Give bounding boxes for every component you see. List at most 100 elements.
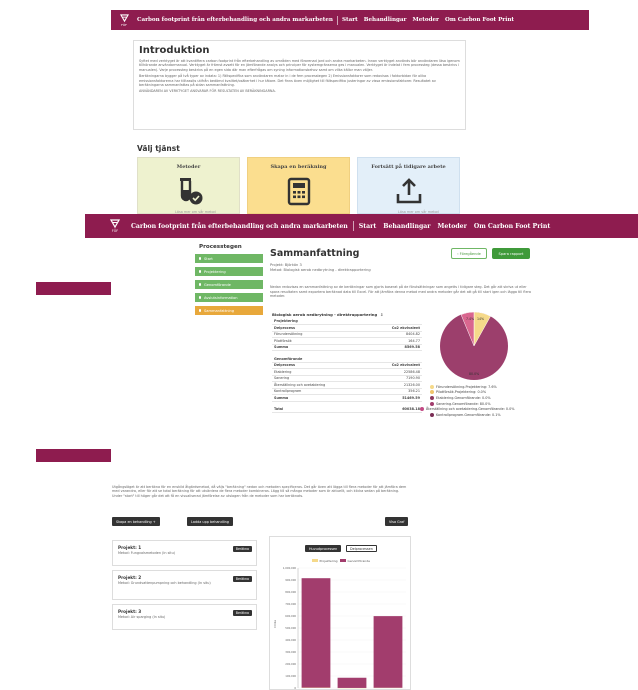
nav-link-start[interactable]: Start: [342, 17, 358, 23]
y-tick-label: 900,000: [285, 578, 296, 582]
show-graph-button[interactable]: Visa Graf: [385, 517, 409, 526]
project-card[interactable]: Projekt: 1 Metod: Fungvalsmetoden (In si…: [112, 540, 257, 566]
y-tick-label: 100,000: [285, 674, 296, 678]
download-icon[interactable]: ⇩: [380, 312, 383, 317]
service-card-metoder[interactable]: Metoder: [137, 157, 240, 214]
pie-label: 80.0%: [469, 372, 479, 376]
y-tick-label: 700,000: [285, 602, 296, 606]
y-tick-label: 800,000: [285, 590, 296, 594]
legend-swatch: [430, 401, 434, 406]
service-card-fortsatt[interactable]: Fortsätt på tidigare arbete: [357, 157, 460, 214]
logo-text: FÖF: [111, 229, 119, 233]
logo[interactable]: FÖF: [117, 13, 131, 27]
summary-project-info: Projekt: Björkön 3 Metod: Biologisk aero…: [270, 263, 371, 273]
calculate-button[interactable]: Beräkna: [232, 610, 252, 616]
nav-link-behandlingar[interactable]: Behandlingar: [364, 17, 407, 23]
brand-title[interactable]: Carbon footprint från efterbehandling oc…: [137, 17, 333, 23]
logo-icon: [110, 219, 120, 229]
step-avslutsinformation[interactable]: Avslutsinformation: [195, 293, 263, 302]
section-marker: [36, 282, 111, 295]
y-axis-label: CO2e: [273, 620, 277, 628]
y-tick-label: 400,000: [285, 638, 296, 642]
pie-chart: 7.4% 14% 80.0%: [440, 311, 508, 380]
service-card-title: Metoder: [176, 164, 201, 170]
y-tick-label: 600,000: [285, 614, 296, 618]
legend-item[interactable]: Återställning och avetablering.Genomföra…: [420, 406, 515, 412]
nav-link-start[interactable]: Start: [359, 223, 376, 230]
nav-link-metoder[interactable]: Metoder: [438, 223, 467, 230]
result-data-table: Projektering Delprocess Co2 ekvivalent Fö…: [272, 318, 422, 413]
tab-huvudprocessen[interactable]: Huvudprocessen: [305, 545, 342, 552]
top-navbar: FÖF Carbon footprint från efterbehandlin…: [85, 214, 638, 238]
project-method: Metod: Grundvattenpumpning och behandlin…: [118, 581, 211, 585]
calculator-icon: [287, 177, 310, 206]
pie-label: 14%: [477, 317, 484, 321]
project-method: Metod: Fungvalsmetoden (In situ): [118, 551, 176, 555]
step-projektering[interactable]: Projektering: [195, 267, 263, 276]
intro-disclaimer: ANVÄNDAREN AV VERKTYGET ANSVARAR FÖR RES…: [139, 89, 276, 94]
page-title: Sammanfattning: [270, 248, 360, 259]
save-report-button[interactable]: Spara rapport: [492, 248, 530, 259]
logo-icon: [119, 13, 129, 22]
logo[interactable]: FÖF: [107, 219, 123, 233]
legend-swatch: [430, 384, 434, 389]
pie-legend: Förundersökning.Projektering: 7.6% Pilot…: [420, 384, 515, 418]
project-card[interactable]: Projekt: 2 Metod: Grundvattenpumpning oc…: [112, 570, 257, 600]
result-table-title-text: Biologisk aerob nedbrytning - direktrapp…: [272, 311, 378, 317]
legend-item[interactable]: Kontrollprogram.Genomförande: 0.1%: [430, 412, 515, 418]
result-table-title: Biologisk aerob nedbrytning - direktrapp…: [272, 310, 422, 318]
pie-label: 7.4%: [466, 317, 474, 321]
summary-description: Nedan redovisas en sammanfattning av de …: [270, 285, 531, 299]
service-card-skapa[interactable]: Skapa en beräkning: [247, 157, 350, 214]
calculate-button[interactable]: Beräkna: [232, 546, 252, 552]
project-method: Metod: Air sparging (In situ): [118, 615, 166, 619]
method-line: Metod: Biologisk aerob nedbrytning - dir…: [270, 268, 371, 272]
legend-label[interactable]: Genomförande: [348, 559, 371, 563]
table-row-grand-total: Total 60038.18: [272, 406, 422, 413]
nav-link-om[interactable]: Om Carbon Foot Print: [445, 17, 514, 23]
project-card[interactable]: Projekt: 3 Metod: Air sparging (In situ)…: [112, 604, 257, 630]
bar-genomförande[interactable]: [301, 578, 331, 688]
bar-genomförande[interactable]: [337, 677, 367, 688]
tab-delprocessen[interactable]: Delprocessen: [346, 545, 377, 552]
legend-label[interactable]: Projektering: [320, 559, 338, 563]
step-sammanfattning[interactable]: Sammanfattning: [195, 306, 263, 315]
nav-link-metoder[interactable]: Metoder: [413, 17, 439, 23]
y-tick-label: 500,000: [285, 626, 296, 630]
service-card-title: Skapa en beräkning: [270, 164, 327, 170]
back-button[interactable]: ‹ Föregående: [451, 248, 487, 259]
top-navbar: FÖF Carbon footprint från efterbehandlin…: [111, 10, 589, 30]
intro-card: Introduktion Syftet med verktyget är att…: [133, 40, 466, 130]
nav-link-om[interactable]: Om Carbon Foot Print: [474, 223, 550, 230]
calculate-button[interactable]: Beräkna: [232, 576, 252, 582]
result-table: Biologisk aerob nedbrytning - direktrapp…: [272, 310, 422, 413]
y-tick-label: 0: [294, 686, 296, 690]
nav-link-behandlingar[interactable]: Behandlingar: [383, 223, 430, 230]
legend-swatch: [340, 559, 346, 562]
services-title: Välj tjänst: [137, 144, 180, 153]
bar-chart: Projektering Genomförande 0 100,000 200,000 3…: [273, 559, 406, 690]
logo-text: FÖF: [121, 22, 127, 27]
upload-treatment-button[interactable]: Ladda upp behandling: [187, 517, 233, 526]
legend-swatch: [312, 559, 318, 562]
legend-swatch: [430, 395, 434, 400]
bar-genomförande[interactable]: [373, 616, 403, 688]
legend-swatch: [430, 412, 434, 417]
upload-icon: [396, 178, 421, 204]
service-card-title: Fortsätt på tidigare arbete: [371, 164, 446, 170]
intro-title: Introduktion: [139, 45, 210, 56]
y-tick-label: 300,000: [285, 650, 296, 654]
y-tick-label: 1,000,000: [283, 566, 297, 570]
process-title: Processtegen: [199, 244, 242, 250]
nav-divider: [336, 15, 338, 25]
y-tick-label: 200,000: [285, 662, 296, 666]
comparison-description: Utgångsläget är att beräkna för en enski…: [112, 485, 407, 498]
step-start[interactable]: Start: [195, 254, 263, 263]
legend-swatch: [430, 390, 434, 395]
step-genomforande[interactable]: Genomförande: [195, 280, 263, 289]
intro-paragraph: Syftet med verktyget är att kvantifiera …: [139, 59, 460, 72]
brand-title[interactable]: Carbon footprint från efterbehandling oc…: [131, 223, 348, 230]
section-marker: [36, 449, 111, 462]
intro-paragraph: Beräkningarna bygger på två typer av ind…: [139, 74, 436, 88]
create-treatment-button[interactable]: Skapa en behandling +: [112, 517, 160, 526]
